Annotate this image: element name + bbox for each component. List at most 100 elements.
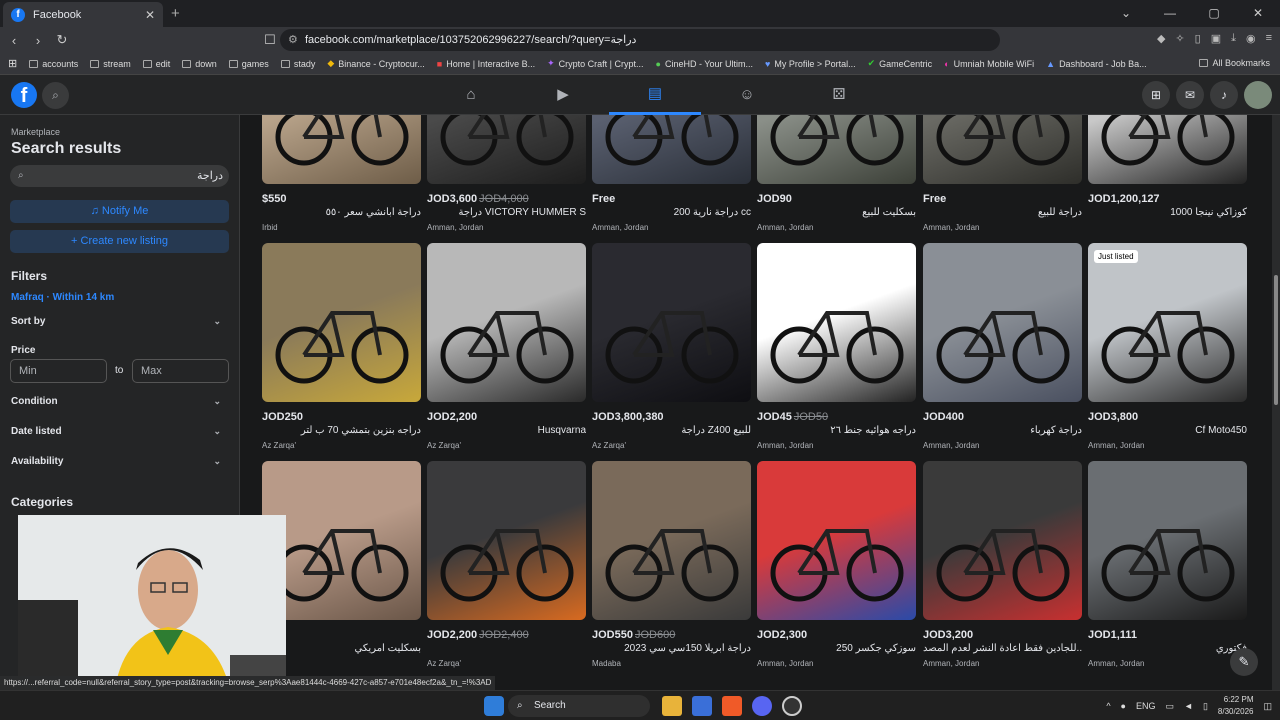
listing-card[interactable]: JOD3,200 للجادين فقط اعادة النشر لعدم الم…	[923, 461, 1082, 668]
bookmark-item[interactable]: games	[228, 59, 269, 69]
bookmark-item[interactable]: stady	[280, 59, 315, 69]
bookmark-item[interactable]: ♥ My Profile > Portal...	[765, 59, 856, 69]
date-listed-dropdown[interactable]: Date listed ⌄	[11, 426, 221, 437]
listing-photo[interactable]	[592, 115, 751, 184]
listing-card[interactable]: JOD45 JOD50 دراجه هوائيه جنط ٢٦ Amman, Jord…	[757, 243, 916, 450]
compose-message-icon[interactable]: ✎	[1230, 648, 1258, 676]
listing-card[interactable]: Free دراجة نارية 200 cc Amman, Jordan	[592, 115, 751, 232]
sidepanel-icon[interactable]: ▯	[1195, 32, 1201, 45]
listing-card[interactable]: JOD3,600 JOD4,000 دراجة VICTORY HUMMER S Am…	[427, 115, 586, 232]
bookmark-item[interactable]: stream	[90, 59, 131, 69]
discord-icon[interactable]	[752, 696, 772, 716]
microphone-icon[interactable]: ●	[1121, 701, 1126, 711]
create-listing-button[interactable]: + Create new listing	[10, 230, 229, 253]
menu-icon[interactable]: ≡	[1266, 32, 1272, 45]
bookmark-item[interactable]: down	[182, 59, 217, 69]
messenger-icon[interactable]: ✉	[1176, 81, 1204, 109]
listing-card[interactable]: JOD550 JOD600 دراجة ابريلا 150سي سي 2023 Ma…	[592, 461, 751, 668]
listing-photo[interactable]	[923, 243, 1082, 402]
listing-card[interactable]: JOD2,200 Husqvarna Az Zarqa'	[427, 243, 586, 450]
listing-card[interactable]: JOD2,300 سوزكي جكسر 250 Amman, Jordan	[757, 461, 916, 668]
groups-icon[interactable]: ☺	[701, 75, 793, 115]
download-icon[interactable]: ⤓	[1231, 32, 1236, 45]
listing-card[interactable]: Just listed JOD3,800 Cf Moto450 Amman, Jord…	[1088, 243, 1247, 450]
search-input[interactable]: ⌕ دراجة	[10, 165, 229, 187]
menu-grid-icon[interactable]: ⊞	[1142, 81, 1170, 109]
availability-dropdown[interactable]: Availability ⌄	[11, 456, 221, 467]
steam-icon[interactable]	[782, 696, 802, 716]
listing-card[interactable]: JOD3,800,380 دراجة Z400 للبيع Az Zarqa'	[592, 243, 751, 450]
bookmark-item[interactable]: ✦ Crypto Craft | Crypt...	[547, 58, 643, 69]
bookmark-item[interactable]: ▲ Dashboard - Job Ba...	[1046, 59, 1146, 69]
notifications-bell-icon[interactable]: ♪	[1210, 81, 1238, 109]
scrollbar[interactable]	[1272, 115, 1280, 690]
bookmark-item[interactable]: accounts	[29, 59, 78, 69]
brave-browser-icon[interactable]	[722, 696, 742, 716]
site-info-icon[interactable]: ⚙	[288, 29, 298, 51]
scrollbar-thumb[interactable]	[1274, 275, 1278, 405]
listing-photo[interactable]	[923, 115, 1082, 184]
avatar[interactable]	[1244, 81, 1272, 109]
video-icon[interactable]: ▶	[517, 75, 609, 115]
chevron-down-icon[interactable]: ⌄	[1104, 0, 1148, 27]
extensions-icon[interactable]: ✧	[1175, 32, 1184, 45]
home-icon[interactable]: ⌂	[425, 75, 517, 115]
listing-photo[interactable]	[1088, 461, 1247, 620]
listing-photo[interactable]	[757, 243, 916, 402]
taskbar-search[interactable]: ⌕ Search	[508, 695, 650, 717]
location-filter[interactable]: Mafraq · Within 14 km	[11, 292, 114, 303]
bookmark-item[interactable]: ◆ Binance - Cryptocur...	[327, 58, 424, 69]
listing-photo[interactable]	[757, 115, 916, 184]
store-icon[interactable]	[692, 696, 712, 716]
marketplace-icon[interactable]: ▤	[609, 75, 701, 115]
listing-card[interactable]: JOD400 دراجة كهرباء Amman, Jordan	[923, 243, 1082, 450]
listing-photo[interactable]: Just listed	[1088, 243, 1247, 402]
tab-facebook[interactable]: f Facebook ✕	[3, 2, 163, 27]
listing-card[interactable]: JOD250 دراجه بنزين بتمشي 70 ب لتر Az Zarqa…	[262, 243, 421, 450]
battery-icon[interactable]: ▯	[1203, 701, 1208, 712]
breadcrumb[interactable]: Marketplace	[11, 127, 60, 137]
listing-photo[interactable]	[923, 461, 1082, 620]
network-icon[interactable]: ▭	[1166, 701, 1175, 712]
gaming-icon[interactable]: ⚄	[793, 75, 885, 115]
listing-card[interactable]: JOD1,111 فكتوري Amman, Jordan	[1088, 461, 1247, 668]
listing-card[interactable]: Free دراجة للبيع Amman, Jordan	[923, 115, 1082, 232]
language-indicator[interactable]: ENG	[1136, 701, 1156, 711]
listing-photo[interactable]	[262, 243, 421, 402]
listing-card[interactable]: JOD2,200 JOD2,400 Az Zarqa'	[427, 461, 586, 668]
all-bookmarks[interactable]: All Bookmarks	[1199, 58, 1270, 68]
max-price-input[interactable]: Max	[132, 359, 229, 383]
url-input[interactable]: ⚙ facebook.com/marketplace/1037520629962…	[280, 29, 1000, 51]
clock[interactable]: 6:22 PM 8/30/2026	[1218, 694, 1254, 718]
listing-photo[interactable]	[262, 115, 421, 184]
close-tab-icon[interactable]: ✕	[145, 8, 155, 22]
listing-photo[interactable]	[592, 461, 751, 620]
listing-card[interactable]: $550 دراجة ابانشي سعر ٥٥٠ Irbid	[262, 115, 421, 232]
min-price-input[interactable]: Min	[10, 359, 107, 383]
bookmark-item[interactable]: edit	[142, 59, 170, 69]
bookmark-item[interactable]: ✔ GameCentric	[868, 58, 933, 69]
facebook-logo-icon[interactable]: f	[11, 82, 37, 108]
condition-dropdown[interactable]: Condition ⌄	[11, 396, 221, 407]
bookmark-star-icon[interactable]: ☐	[260, 32, 280, 48]
volume-icon[interactable]: ◄	[1184, 701, 1193, 711]
sort-by-dropdown[interactable]: Sort by ⌄	[11, 316, 221, 327]
listing-photo[interactable]	[757, 461, 916, 620]
notify-me-button[interactable]: ♫ Notify Me	[10, 200, 229, 223]
maximize-icon[interactable]: ▢	[1192, 0, 1236, 27]
listing-photo[interactable]	[427, 461, 586, 620]
bookmark-item[interactable]: ■ Home | Interactive B...	[437, 59, 535, 69]
back-icon[interactable]: ‹	[4, 33, 24, 48]
wallet-icon[interactable]: ▣	[1211, 32, 1221, 45]
bookmark-item[interactable]: ◐ Umniah Mobile WiFi	[944, 59, 1034, 69]
listing-photo[interactable]	[427, 115, 586, 184]
search-icon[interactable]: ⌕	[42, 82, 69, 109]
apps-grid-icon[interactable]: ⊞	[8, 57, 17, 70]
listing-photo[interactable]	[1088, 115, 1247, 184]
file-explorer-icon[interactable]	[662, 696, 682, 716]
chevron-up-icon[interactable]: ^	[1106, 701, 1110, 711]
listing-photo[interactable]	[427, 243, 586, 402]
close-window-icon[interactable]: ✕	[1236, 0, 1280, 27]
forward-icon[interactable]: ›	[28, 33, 48, 48]
notifications-icon[interactable]: ◫	[1263, 701, 1272, 712]
